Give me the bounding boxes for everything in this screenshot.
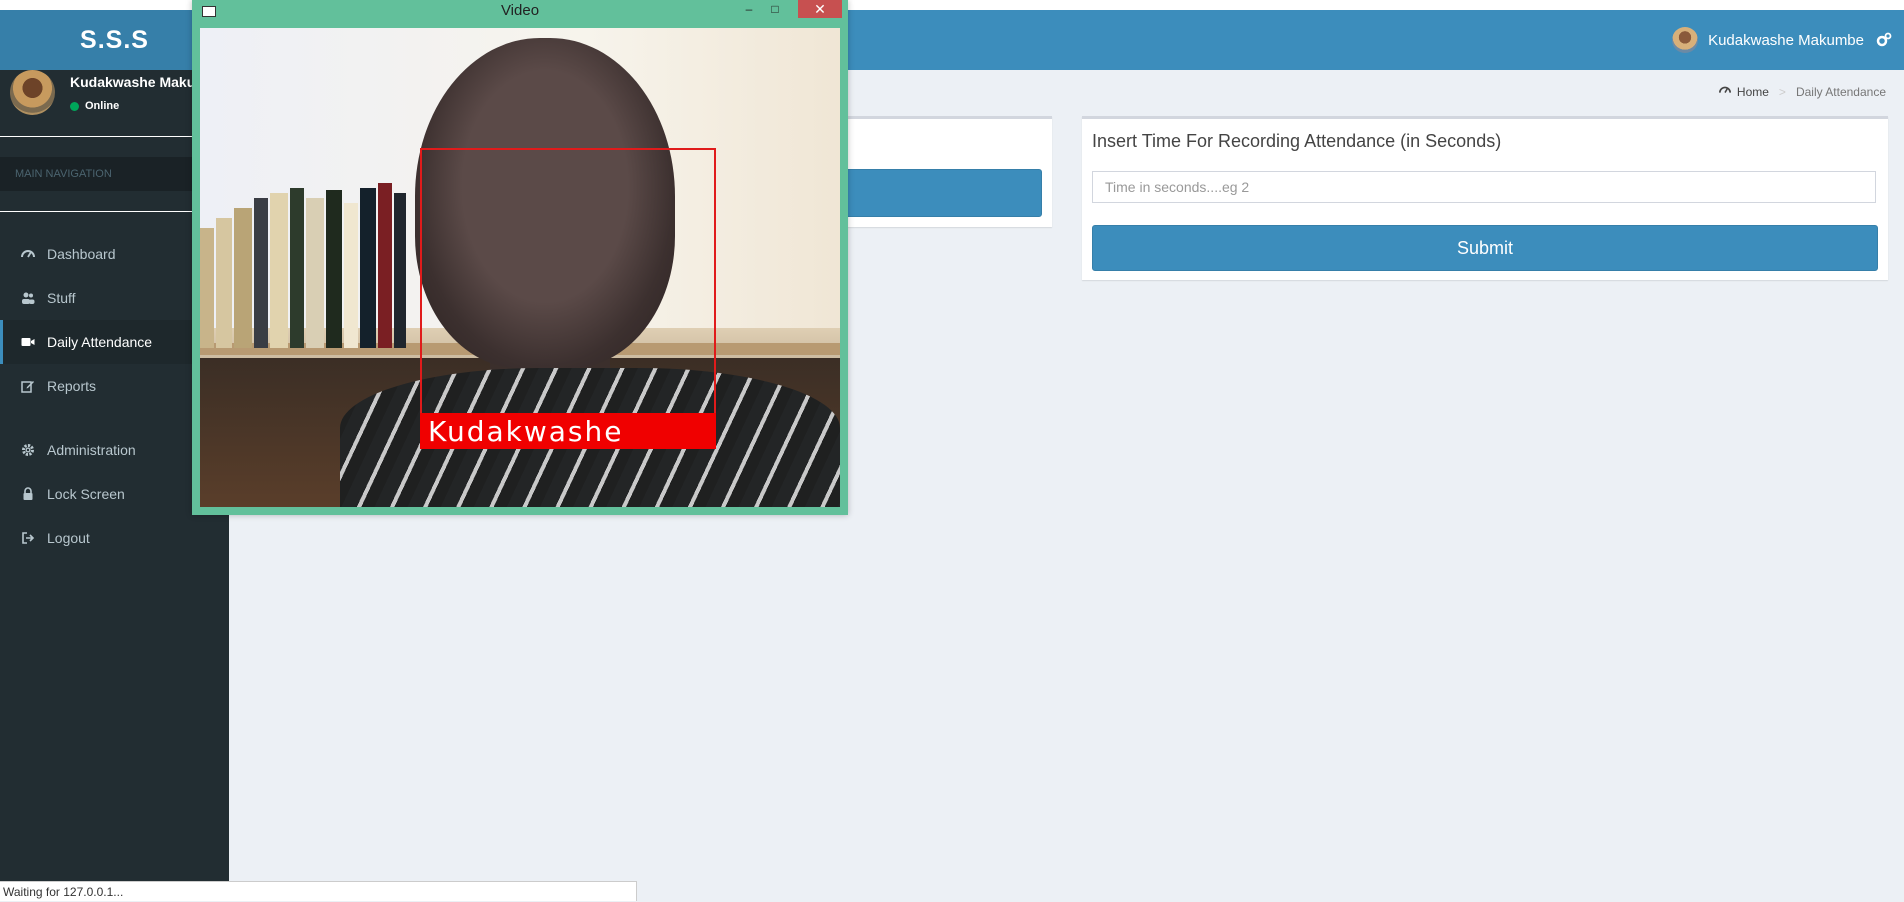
dashboard-icon xyxy=(1718,84,1731,99)
books-on-shelf xyxy=(200,178,420,348)
user-menu-name: Kudakwashe Makumbe xyxy=(1708,31,1864,49)
box-title: Insert Time For Recording Attendance (in… xyxy=(1092,131,1502,151)
sidebar-item-label: Logout xyxy=(47,530,90,546)
face-detection-box xyxy=(420,148,716,446)
divider xyxy=(0,136,192,137)
minimize-icon[interactable]: – xyxy=(740,0,758,18)
breadcrumb-separator: > xyxy=(1778,84,1786,99)
face-label-text: Kudakwashe xyxy=(428,415,624,448)
sidebar-user-name: Kudakwashe Makum xyxy=(70,74,208,90)
dashboard-icon xyxy=(21,247,35,261)
settings-gears-icon[interactable] xyxy=(1864,10,1904,70)
submit-button[interactable]: Submit xyxy=(1092,225,1878,271)
sidebar-item-label: Administration xyxy=(47,442,136,458)
gear-icon xyxy=(21,443,35,457)
maximize-icon[interactable]: □ xyxy=(766,0,784,18)
sidebar-item-logout[interactable]: Logout xyxy=(0,516,229,560)
sidebar-item-label: Lock Screen xyxy=(47,486,125,502)
breadcrumb-home-link[interactable]: Home xyxy=(1737,85,1769,99)
close-icon[interactable]: ✕ xyxy=(798,0,842,18)
user-avatar xyxy=(1672,27,1699,53)
breadcrumb: Home > Daily Attendance xyxy=(1718,84,1886,99)
sign-out-icon xyxy=(21,531,35,545)
video-camera-icon xyxy=(21,335,35,349)
online-status-label: Online xyxy=(85,100,120,112)
attendance-time-box: Insert Time For Recording Attendance (in… xyxy=(1082,116,1888,280)
video-window[interactable]: Video – □ ✕ Kudakwashe xyxy=(192,0,848,515)
avatar xyxy=(10,70,55,115)
face-label-bar: Kudakwashe xyxy=(420,413,716,449)
webcam-feed: Kudakwashe xyxy=(200,28,840,507)
sidebar-item-label: Daily Attendance xyxy=(47,334,153,350)
window-titlebar[interactable]: Video – □ ✕ xyxy=(192,0,848,24)
user-menu[interactable]: Kudakwashe Makumbe xyxy=(1672,10,1864,70)
breadcrumb-current: Daily Attendance xyxy=(1795,84,1886,99)
edit-icon xyxy=(21,379,35,393)
sidebar-item-label: Reports xyxy=(47,378,97,394)
lock-icon xyxy=(21,487,35,501)
time-seconds-input[interactable] xyxy=(1092,171,1876,203)
users-icon xyxy=(21,291,35,305)
online-status[interactable]: Online xyxy=(70,100,119,112)
sidebar-item-label: Dashboard xyxy=(47,246,116,262)
sidebar-item-label: Stuff xyxy=(47,290,76,306)
browser-status-bar: Waiting for 127.0.0.1... xyxy=(0,881,637,901)
online-dot-icon xyxy=(70,101,79,111)
